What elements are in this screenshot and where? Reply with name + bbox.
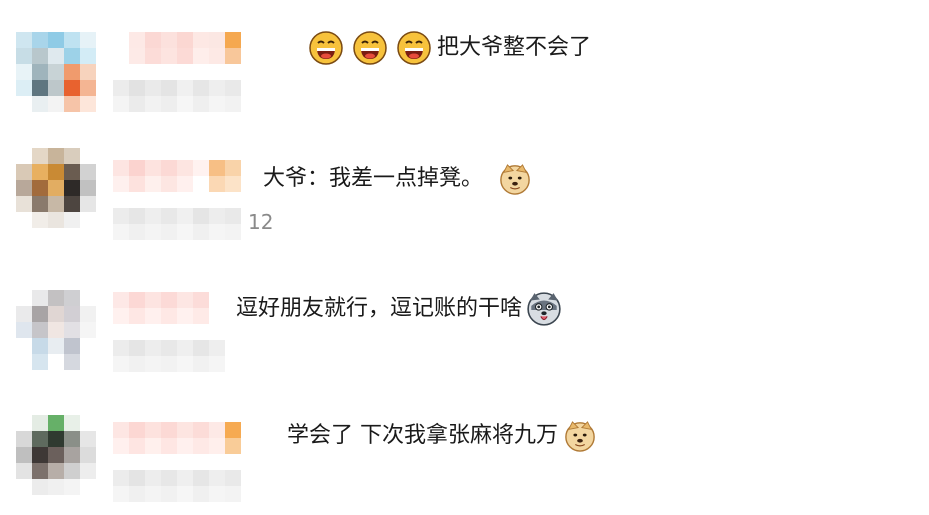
laughing-face-icon [309, 31, 343, 65]
username-blur[interactable] [113, 422, 241, 454]
avatar[interactable] [16, 415, 96, 495]
comment-item: 学会了 下次我拿张麻将九万 [0, 390, 929, 502]
comment-text: 学会了 下次我拿张麻将九万 [287, 420, 596, 452]
comment-meta-blur [113, 80, 241, 112]
laughing-face-icon [397, 31, 431, 65]
comment-meta-blur [113, 470, 241, 502]
doge-icon [565, 421, 595, 452]
comment-text: 逗好朋友就行，逗记账的干啥 [236, 291, 562, 327]
avatar[interactable] [16, 290, 96, 370]
comment-item: 逗好朋友就行，逗记账的干啥 [0, 260, 929, 372]
comment-body: 逗好朋友就行，逗记账的干啥 [236, 296, 523, 321]
username-blur[interactable] [113, 292, 241, 324]
comment-text: 把大爷整不会了 [309, 31, 591, 65]
avatar[interactable] [16, 148, 96, 228]
comment-item: 把大爷整不会了 [0, 0, 929, 112]
username-blur[interactable] [113, 160, 241, 192]
doge-icon [500, 164, 530, 195]
laughing-face-icon [353, 31, 387, 65]
like-count[interactable]: 12 [248, 210, 273, 234]
avatar[interactable] [16, 32, 96, 112]
comment-text: 大爷：我差一点掉凳。 [263, 163, 531, 195]
comment-body: 把大爷整不会了 [437, 35, 592, 60]
comment-meta-blur [113, 208, 241, 240]
comment-body: 大爷：我差一点掉凳。 [263, 166, 484, 191]
comment-meta-blur [113, 340, 241, 372]
comment-item: 12 大爷：我差一点掉凳。 [0, 128, 929, 240]
comment-body: 学会了 下次我拿张麻将九万 [287, 423, 558, 448]
husky-icon [527, 292, 561, 326]
username-blur[interactable] [113, 32, 241, 64]
